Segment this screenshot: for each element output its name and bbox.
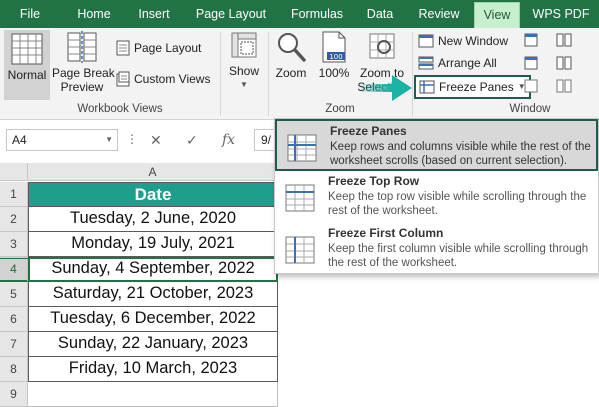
name-box[interactable]: A4 ▼ xyxy=(6,129,118,151)
zoom-group-label: Zoom xyxy=(325,103,355,115)
freeze-top-row-option[interactable]: Freeze Top Row Keep the top row visible … xyxy=(275,171,598,223)
tab-home[interactable]: Home xyxy=(70,0,118,28)
date-cell[interactable] xyxy=(28,382,278,407)
freeze-first-column-icon xyxy=(285,236,315,264)
tab-page-layout[interactable]: Page Layout xyxy=(190,0,272,28)
freeze-panes-dropdown: Freeze Panes Keep rows and columns visib… xyxy=(274,118,599,274)
custom-views-icon xyxy=(116,71,130,87)
group-separator xyxy=(268,32,269,116)
pointer-arrow-icon xyxy=(358,75,412,101)
normal-view-button[interactable]: Normal xyxy=(4,30,50,100)
arrange-all-icon xyxy=(418,56,434,70)
date-cell[interactable]: Monday, 19 July, 2021 xyxy=(28,232,278,257)
reset-window-position-icon[interactable] xyxy=(556,79,572,93)
split-icon[interactable] xyxy=(524,33,538,47)
normal-view-label: Normal xyxy=(7,68,47,82)
date-cell[interactable]: Tuesday, 6 December, 2022 xyxy=(28,307,278,332)
freeze-panes-icon xyxy=(419,80,435,94)
tab-data[interactable]: Data xyxy=(360,0,400,28)
show-icon xyxy=(231,32,257,58)
column-header-a[interactable]: A xyxy=(28,163,278,181)
menu-tab-bar: File Home Insert Page Layout Formulas Da… xyxy=(0,0,599,28)
show-button[interactable]: Show ▼ xyxy=(224,30,264,92)
page-break-preview-label-2: Preview xyxy=(60,80,104,94)
row-header[interactable]: 8 xyxy=(0,357,28,382)
zoom-100-button[interactable]: 100 100% xyxy=(314,30,354,80)
freeze-top-row-desc: Keep the top row visible while scrolling… xyxy=(328,191,587,217)
row-header[interactable]: 4 xyxy=(0,257,28,282)
zoom-100-badge: 100 xyxy=(329,53,342,61)
freeze-panes-option[interactable]: Freeze Panes Keep rows and columns visib… xyxy=(275,119,598,171)
page-break-preview-button[interactable]: Page Break Preview xyxy=(52,30,115,94)
name-box-caret-icon[interactable]: ▼ xyxy=(105,130,113,150)
freeze-panes-option-icon xyxy=(287,134,317,162)
tab-view[interactable]: View xyxy=(474,2,520,28)
date-cell[interactable]: Friday, 10 March, 2023 xyxy=(28,357,278,382)
workbook-views-group-label: Workbook Views xyxy=(77,103,163,115)
enter-icon[interactable]: ✓ xyxy=(186,132,198,149)
arrange-all-button[interactable]: Arrange All xyxy=(418,53,497,73)
date-cell[interactable]: Sunday, 22 January, 2023 xyxy=(28,332,278,357)
zoom-100-icon: 100 xyxy=(322,31,346,63)
more-icon: ⋮ xyxy=(126,132,138,146)
group-separator xyxy=(220,32,221,116)
ribbon: Normal Page Break Preview Page Layout Cu… xyxy=(0,28,599,120)
date-cell[interactable]: Tuesday, 2 June, 2020 xyxy=(28,207,278,232)
zoom-to-selection-icon xyxy=(369,33,395,59)
date-cell[interactable]: Saturday, 21 October, 2023 xyxy=(28,282,278,307)
view-side-by-side-icon[interactable] xyxy=(556,33,572,47)
freeze-top-row-icon xyxy=(285,184,315,212)
hide-window-icon[interactable] xyxy=(524,56,538,70)
window-group-label: Window xyxy=(509,103,551,115)
page-layout-button[interactable]: Page Layout xyxy=(116,38,201,58)
row-header[interactable]: 2 xyxy=(0,207,28,232)
select-all-corner[interactable] xyxy=(0,163,28,181)
zoom-100-label: 100% xyxy=(318,66,350,80)
date-header-cell[interactable]: Date xyxy=(28,182,278,207)
row-header[interactable]: 3 xyxy=(0,232,28,257)
tab-wps-pdf[interactable]: WPS PDF xyxy=(530,0,592,28)
row-header[interactable]: 5 xyxy=(0,282,28,307)
row-header[interactable]: 1 xyxy=(0,182,28,207)
magnifier-icon xyxy=(278,33,306,62)
row-header[interactable]: 9 xyxy=(0,382,28,407)
freeze-first-column-desc: Keep the first column visible while scro… xyxy=(328,243,589,269)
page-break-preview-label-1: Page Break xyxy=(52,66,115,80)
date-cell[interactable]: Sunday, 4 September, 2022 xyxy=(28,257,278,282)
new-window-icon xyxy=(418,34,434,48)
show-caret-icon: ▼ xyxy=(240,80,248,89)
tab-file[interactable]: File xyxy=(8,0,52,28)
show-label: Show xyxy=(228,64,260,78)
freeze-panes-option-title: Freeze Panes xyxy=(330,124,407,138)
tab-review[interactable]: Review xyxy=(412,0,466,28)
synchronous-scrolling-icon[interactable] xyxy=(556,56,572,70)
freeze-top-row-title: Freeze Top Row xyxy=(328,174,420,188)
tab-insert[interactable]: Insert xyxy=(130,0,178,28)
row-header[interactable]: 7 xyxy=(0,332,28,357)
tab-formulas[interactable]: Formulas xyxy=(284,0,350,28)
new-window-label: New Window xyxy=(438,34,509,48)
freeze-panes-label: Freeze Panes xyxy=(439,80,514,94)
freeze-panes-option-desc: Keep rows and columns visible while the … xyxy=(330,141,591,167)
normal-view-icon xyxy=(11,33,43,65)
insert-function-icon[interactable]: fx xyxy=(222,132,235,148)
freeze-first-column-title: Freeze First Column xyxy=(328,226,444,240)
unhide-window-icon[interactable] xyxy=(524,79,538,93)
name-box-value: A4 xyxy=(12,133,27,147)
freeze-first-column-option[interactable]: Freeze First Column Keep the first colum… xyxy=(275,223,598,275)
page-layout-label: Page Layout xyxy=(134,41,202,55)
page-break-preview-icon xyxy=(67,31,97,63)
zoom-button[interactable]: Zoom xyxy=(272,30,310,80)
freeze-panes-button[interactable]: Freeze Panes ▼ xyxy=(414,75,531,99)
row-header[interactable]: 6 xyxy=(0,307,28,332)
custom-views-label: Custom Views xyxy=(134,72,211,86)
new-window-button[interactable]: New Window xyxy=(418,31,508,51)
custom-views-button[interactable]: Custom Views xyxy=(116,69,210,89)
zoom-label: Zoom xyxy=(275,66,307,80)
cancel-icon[interactable]: ✕ xyxy=(150,132,162,149)
page-layout-icon xyxy=(116,40,130,56)
arrange-all-label: Arrange All xyxy=(438,56,497,70)
